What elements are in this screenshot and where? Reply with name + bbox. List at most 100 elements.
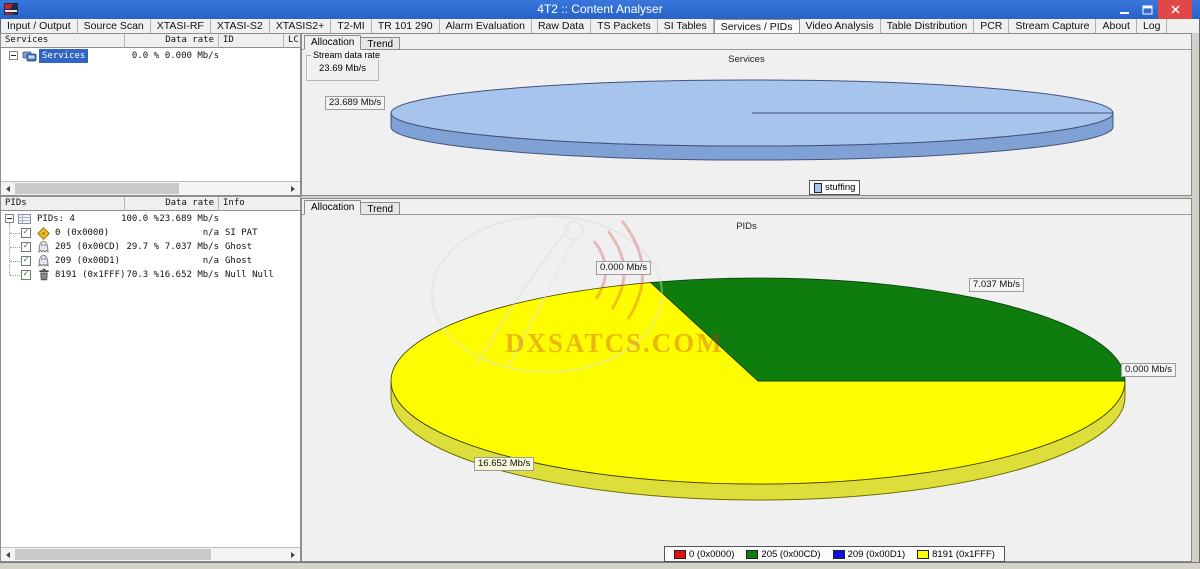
scroll-right-icon[interactable]: [286, 548, 299, 561]
legend-color-8191: [917, 550, 929, 559]
pids-pie-chart: [302, 199, 1191, 561]
pid-rate: 16.652 Mb/s: [154, 268, 219, 282]
pid-rate: n/a: [154, 254, 219, 268]
scroll-right-icon[interactable]: [286, 182, 299, 195]
window-title: 4T2 :: Content Analyser: [0, 0, 1200, 19]
pid-checkbox[interactable]: [21, 228, 31, 238]
col-header-info[interactable]: Info: [219, 197, 302, 211]
pids-root-row[interactable]: PIDs: 4 100.0 % 23.689 Mb/s: [1, 212, 300, 226]
tab-stream-capture[interactable]: Stream Capture: [1009, 19, 1096, 33]
pid-label[interactable]: 0 (0x0000): [55, 226, 109, 240]
pids-hscrollbar: [1, 547, 300, 561]
stream-data-rate-group: Stream data rate 23.69 Mb/s: [306, 55, 379, 81]
scrollbar-thumb[interactable]: [15, 183, 179, 194]
col-header-data-rate[interactable]: Data rate: [125, 197, 219, 211]
tab-log[interactable]: Log: [1137, 19, 1168, 33]
tab-source-scan[interactable]: Source Scan: [78, 19, 151, 33]
pid-row-209[interactable]: 209 (0x00D1) n/a Ghost: [1, 254, 300, 268]
pid-checkbox[interactable]: [21, 242, 31, 252]
col-header-pids[interactable]: PIDs: [1, 197, 125, 211]
tab-about[interactable]: About: [1096, 19, 1136, 33]
pid-rate: 7.037 Mb/s: [154, 240, 219, 254]
pid-list-icon: [18, 214, 31, 224]
tab-allocation[interactable]: Allocation: [304, 35, 361, 50]
services-root-row[interactable]: Services 0.0 % 0.000 Mb/s: [1, 49, 300, 63]
tab-xtasi-s2[interactable]: XTASI-S2: [211, 19, 270, 33]
ghost-icon: [37, 240, 50, 253]
pid-percent: 29.7 %: [89, 240, 159, 254]
pids-root-label[interactable]: PIDs: 4: [37, 212, 75, 226]
pid-row-0[interactable]: 0 (0x0000) n/a SI PAT: [1, 226, 300, 240]
pie-label-0-value: 0.000 Mb/s: [1121, 363, 1176, 377]
app-window: 4T2 :: Content Analyser Input / Output S…: [0, 0, 1200, 569]
window-bottom-edge: [0, 562, 1200, 569]
pid-rate: n/a: [154, 226, 219, 240]
pids-chart-tabs: Allocation Trend: [304, 200, 400, 215]
tab-xtasis2plus[interactable]: XTASIS2+: [270, 19, 332, 33]
tab-xtasi-rf[interactable]: XTASI-RF: [151, 19, 211, 33]
title-bar: 4T2 :: Content Analyser: [0, 0, 1200, 19]
services-hscrollbar: [1, 181, 300, 195]
tab-trend[interactable]: Trend: [361, 202, 400, 215]
tab-allocation[interactable]: Allocation: [304, 200, 361, 215]
collapse-expander[interactable]: [9, 51, 18, 60]
pid-info: SI PAT: [225, 226, 258, 240]
tab-services-pids[interactable]: Services / PIDs: [714, 19, 800, 33]
scroll-left-icon[interactable]: [1, 182, 14, 195]
pid-row-8191[interactable]: 8191 (0x1FFF) 70.3 % 16.652 Mb/s Null Nu…: [1, 268, 300, 282]
collapse-expander[interactable]: [5, 214, 14, 223]
diamond-icon: [37, 227, 50, 240]
col-header-data-rate[interactable]: Data rate: [125, 34, 219, 48]
legend-label-8191: 8191 (0x1FFF): [932, 549, 995, 560]
legend-label-205: 205 (0x00CD): [761, 549, 820, 560]
tab-raw-data[interactable]: Raw Data: [532, 19, 591, 33]
services-table-header: Services Data rate ID LC: [1, 34, 300, 48]
minimize-button[interactable]: [1112, 0, 1136, 19]
tab-input-output[interactable]: Input / Output: [1, 19, 78, 33]
maximize-icon: [1142, 5, 1153, 15]
trash-icon: [38, 268, 50, 281]
close-button[interactable]: [1158, 0, 1192, 19]
stream-data-rate-label: Stream data rate: [311, 50, 382, 60]
pids-chart-legend: 0 (0x0000) 205 (0x00CD) 209 (0x00D1) 819…: [664, 546, 1005, 562]
pie-label-205-value: 7.037 Mb/s: [969, 278, 1024, 292]
col-header-services[interactable]: Services: [1, 34, 125, 48]
pid-label[interactable]: 209 (0x00D1): [55, 254, 120, 268]
tab-pcr[interactable]: PCR: [974, 19, 1009, 33]
tab-video-analysis[interactable]: Video Analysis: [800, 19, 881, 33]
pid-row-205[interactable]: 205 (0x00CD) 29.7 % 7.037 Mb/s Ghost: [1, 240, 300, 254]
tab-table-distribution[interactable]: Table Distribution: [881, 19, 975, 33]
tab-t2-mi[interactable]: T2-MI: [331, 19, 371, 33]
tab-si-tables[interactable]: SI Tables: [658, 19, 714, 33]
pids-root-percent: 100.0 %: [89, 212, 159, 226]
services-group-icon: [22, 50, 37, 62]
col-header-id[interactable]: ID: [219, 34, 284, 48]
services-root-label[interactable]: Services: [39, 49, 88, 63]
tab-ts-packets[interactable]: TS Packets: [591, 19, 658, 33]
legend-color-stuffing: [814, 183, 822, 193]
pid-checkbox[interactable]: [21, 256, 31, 266]
tab-alarm-evaluation[interactable]: Alarm Evaluation: [440, 19, 532, 33]
scroll-left-icon[interactable]: [1, 548, 14, 561]
services-chart-tabs: Allocation Trend: [304, 35, 400, 50]
close-icon: [1171, 5, 1180, 14]
maximize-button[interactable]: [1136, 0, 1158, 19]
col-header-lc[interactable]: LC: [284, 34, 302, 48]
pid-percent: 70.3 %: [89, 268, 159, 282]
pids-table-header: PIDs Data rate Info: [1, 197, 300, 211]
legend-color-0: [674, 550, 686, 559]
main-tab-bar: Input / Output Source Scan XTASI-RF XTAS…: [1, 19, 1199, 33]
legend-label-0: 0 (0x0000): [689, 549, 734, 560]
pids-table-panel: PIDs Data rate Info PIDs: 4 100.0 % 23.6…: [0, 196, 301, 562]
legend-label-209: 209 (0x00D1): [848, 549, 906, 560]
scrollbar-thumb[interactable]: [15, 549, 211, 560]
services-table-panel: Services Data rate ID LC Services 0.0 % …: [0, 33, 301, 196]
services-root-rate: 0.000 Mb/s: [154, 49, 219, 63]
services-chart-legend: stuffing: [809, 180, 860, 195]
ghost-icon: [37, 254, 50, 267]
tab-tr-101-290[interactable]: TR 101 290: [372, 19, 440, 33]
tab-trend[interactable]: Trend: [361, 37, 400, 50]
services-pie-chart: [302, 34, 1191, 195]
legend-label-stuffing: stuffing: [825, 182, 855, 193]
pid-checkbox[interactable]: [21, 270, 31, 280]
